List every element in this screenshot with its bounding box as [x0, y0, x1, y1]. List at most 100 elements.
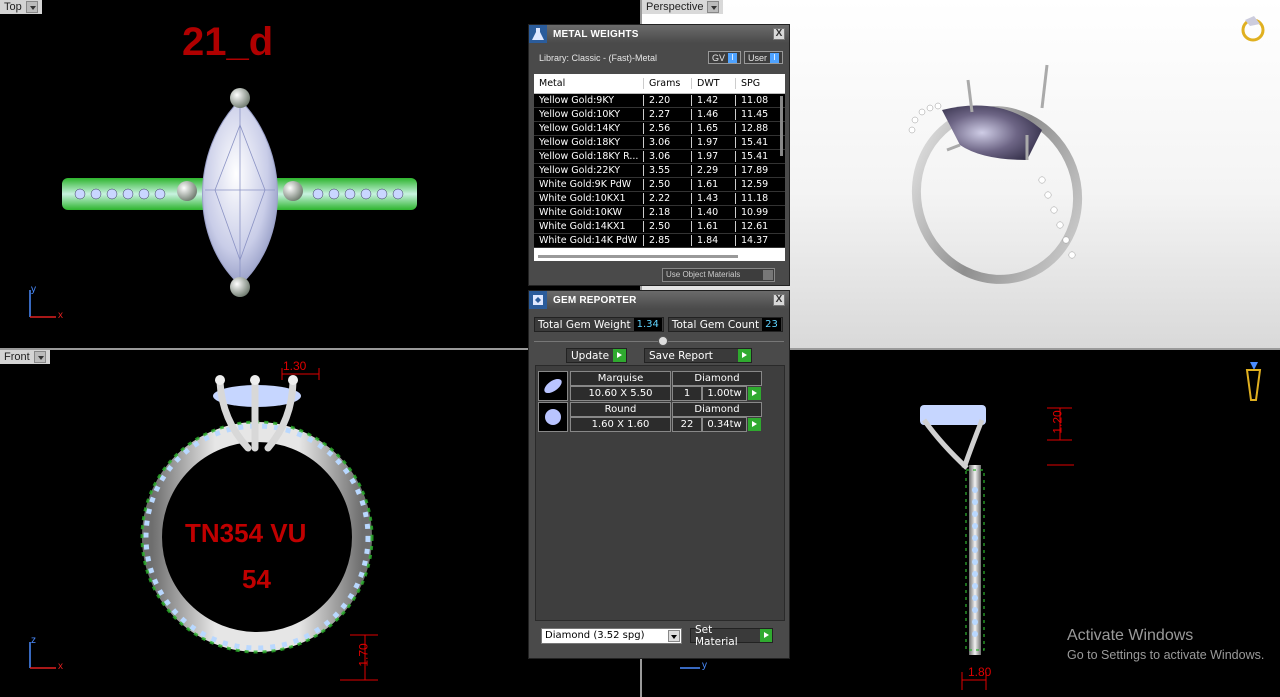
table-row[interactable]: White Gold:14K PdW 2.85 1.84 14.37: [534, 234, 785, 248]
table-row[interactable]: Yellow Gold:22KY 3.55 2.29 17.89: [534, 164, 785, 178]
close-button[interactable]: X: [773, 294, 785, 306]
table-cell: Yellow Gold:18KY: [534, 137, 644, 148]
table-cell: 1.61: [692, 179, 736, 190]
table-cell: 15.41: [741, 137, 769, 148]
panel-title: GEM REPORTER: [553, 294, 637, 306]
table-row[interactable]: White Gold:10KX1 2.22 1.43 11.18: [534, 192, 785, 206]
table-cell: 2.56: [644, 123, 692, 134]
table-cell: Yellow Gold:14KY: [534, 123, 644, 134]
close-button[interactable]: X: [773, 28, 785, 40]
gem-size: 1.60 X 1.60: [570, 417, 671, 432]
table-row[interactable]: White Gold:9K PdW 2.50 1.61 12.59: [534, 178, 785, 192]
table-cell: Yellow Gold:9KY: [534, 95, 644, 106]
table-cell: 12.59: [741, 179, 769, 190]
table-row[interactable]: White Gold:10KW 2.18 1.40 10.99: [534, 206, 785, 220]
column-header-metal[interactable]: Metal: [534, 78, 644, 89]
axis-x-label: x: [58, 310, 63, 321]
total-gem-weight-value: 1.34: [633, 318, 662, 331]
table-cell: 14.37: [741, 235, 769, 246]
table-cell: 2.29: [692, 165, 736, 176]
activate-windows-watermark: Activate Windows Go to Settings to activ…: [1067, 627, 1265, 662]
vertical-scrollbar[interactable]: [780, 96, 783, 156]
horizontal-scrollbar[interactable]: [538, 255, 738, 258]
gem-weight: 0.34tw: [702, 417, 747, 432]
gem-shape: Marquise: [570, 371, 671, 386]
table-cell: 11.18: [741, 193, 769, 204]
table-cell: 3.06: [644, 137, 692, 148]
gem-row-marquise[interactable]: Marquise Diamond 10.60 X 5.50 1 1.00tw: [538, 371, 762, 401]
table-cell: 11.45: [741, 109, 769, 120]
table-cell: 1.97: [692, 151, 736, 162]
table-row[interactable]: Yellow Gold:10KY 2.27 1.46 11.45: [534, 108, 785, 122]
table-cell: 2.50: [644, 179, 692, 190]
set-material-button[interactable]: Set Material: [690, 624, 773, 648]
ring-inscription-line1: TN354 VU: [185, 518, 307, 548]
gem-select-button[interactable]: [748, 387, 761, 400]
metal-weights-titlebar[interactable]: METAL WEIGHTS X: [529, 25, 789, 43]
table-cell: 3.55: [644, 165, 692, 176]
update-button[interactable]: Update: [566, 348, 627, 363]
table-body: Yellow Gold:9KY 2.20 1.42 11.08 Yellow Gold:…: [534, 94, 785, 248]
gem-count: 22: [672, 417, 702, 432]
round-gem-icon: [538, 402, 568, 432]
table-cell: White Gold:10KW: [534, 207, 644, 218]
axis-x-label: x: [58, 661, 63, 672]
table-cell: 1.61: [692, 221, 736, 232]
table-cell: 1.46: [692, 109, 736, 120]
gem-reporter-titlebar[interactable]: GEM REPORTER X: [529, 291, 789, 309]
table-cell: 17.89: [741, 165, 769, 176]
chevron-down-icon[interactable]: [668, 630, 680, 642]
use-object-materials-checkbox[interactable]: Use Object Materials: [662, 268, 775, 282]
gem-shape: Round: [570, 402, 671, 417]
checkbox-icon[interactable]: [763, 270, 773, 280]
table-row[interactable]: White Gold:14KX1 2.50 1.61 12.61: [534, 220, 785, 234]
library-label: Library: Classic - (Fast)-Metal: [539, 52, 658, 63]
gem-report-icon: [529, 291, 547, 309]
table-cell: Yellow Gold:10KY: [534, 109, 644, 120]
table-cell: 12.88: [741, 123, 769, 134]
table-cell: 10.99: [741, 207, 769, 218]
save-report-button[interactable]: Save Report: [644, 348, 752, 363]
panel-splitter[interactable]: [534, 335, 784, 347]
column-header-dwt[interactable]: DWT: [692, 78, 736, 89]
table-cell: 1.42: [692, 95, 736, 106]
metal-weights-table[interactable]: Metal Grams DWT SPG Yellow Gold:9KY 2.20 1…: [534, 74, 785, 261]
table-row[interactable]: Yellow Gold:18KY R... 3.06 1.97 15.41: [534, 150, 785, 164]
dimension-label: 1.70: [356, 643, 371, 667]
column-header-grams[interactable]: Grams: [644, 78, 692, 89]
dimension-label: 1.20: [1050, 410, 1065, 434]
table-cell: 2.18: [644, 207, 692, 218]
column-header-spg[interactable]: SPG: [736, 78, 776, 89]
material-select[interactable]: Diamond (3.52 spg): [541, 628, 682, 644]
total-gem-count: Total Gem Count 23: [667, 317, 783, 332]
dimension-label: 1.80: [968, 665, 992, 679]
table-row[interactable]: Yellow Gold:18KY 3.06 1.97 15.41: [534, 136, 785, 150]
axis-y-label: y: [702, 660, 707, 671]
user-toggle[interactable]: User I: [743, 51, 783, 64]
table-cell: White Gold:14K PdW: [534, 235, 644, 246]
table-cell: 11.08: [741, 95, 769, 106]
metal-weights-panel: METAL WEIGHTS X Library: Classic - (Fast…: [528, 24, 790, 286]
gem-row-round[interactable]: Round Diamond 1.60 X 1.60 22 0.34tw: [538, 402, 762, 432]
gem-select-button[interactable]: [748, 418, 761, 431]
dimension-label: 1.30: [283, 359, 307, 373]
marquise-gem-icon: [538, 371, 568, 401]
table-cell: 15.41: [741, 151, 769, 162]
table-cell: White Gold:14KX1: [534, 221, 644, 232]
play-arrow-icon: [738, 349, 751, 362]
table-row[interactable]: Yellow Gold:14KY 2.56 1.65 12.88: [534, 122, 785, 136]
axis-z-label: z: [31, 635, 36, 646]
table-cell: Yellow Gold:18KY R...: [534, 151, 644, 162]
play-arrow-icon: [759, 629, 772, 642]
gem-list[interactable]: Marquise Diamond 10.60 X 5.50 1 1.00tw R…: [535, 365, 785, 621]
table-cell: Yellow Gold:22KY: [534, 165, 644, 176]
table-header: Metal Grams DWT SPG: [534, 74, 785, 94]
ring-inscription-line2: 54: [242, 564, 271, 594]
gv-toggle[interactable]: GV I: [707, 51, 741, 64]
splitter-knob-icon[interactable]: [658, 336, 668, 346]
table-cell: 2.20: [644, 95, 692, 106]
gem-material: Diamond: [672, 402, 762, 417]
table-row[interactable]: Yellow Gold:9KY 2.20 1.42 11.08: [534, 94, 785, 108]
table-cell: 1.40: [692, 207, 736, 218]
panel-title: METAL WEIGHTS: [553, 28, 639, 40]
